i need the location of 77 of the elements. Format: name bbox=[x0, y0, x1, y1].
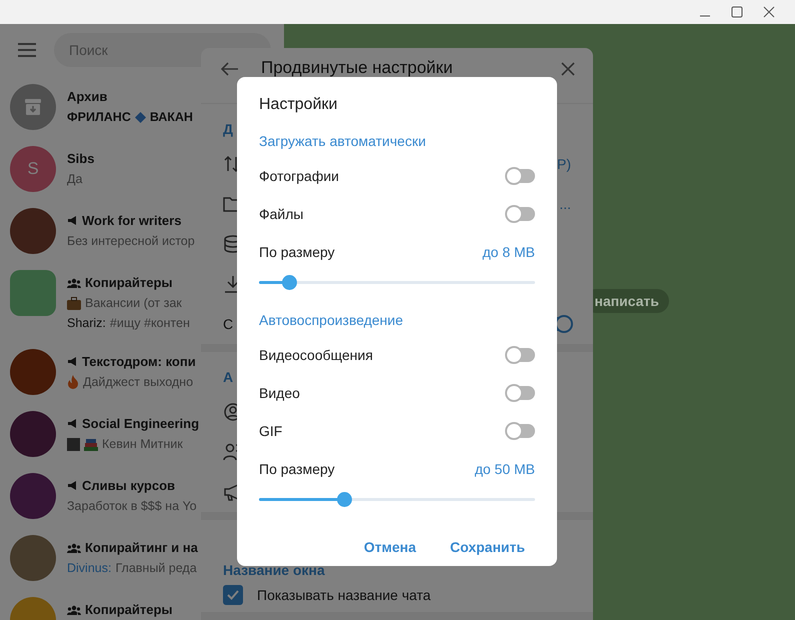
message-preview: ВАКАН bbox=[150, 110, 193, 124]
slider-label: По размеру bbox=[259, 461, 335, 477]
section-heading: Д bbox=[223, 120, 233, 139]
section-heading: Загружать автоматически bbox=[259, 132, 427, 151]
chat-name: Work for writers bbox=[82, 213, 182, 228]
setting-label: С bbox=[223, 316, 234, 332]
flame-icon bbox=[67, 375, 79, 389]
people-icon bbox=[67, 542, 81, 552]
size-slider[interactable] bbox=[259, 492, 535, 507]
slider-value: до 8 MB bbox=[482, 244, 535, 260]
setting-label: Видеосообщения bbox=[259, 347, 373, 363]
message-preview: Да bbox=[67, 172, 82, 186]
avatar[interactable] bbox=[10, 535, 56, 581]
sender-name: Shariz: bbox=[67, 316, 106, 330]
chat-name: Sibs bbox=[67, 151, 94, 166]
sender-name: Divinus: bbox=[67, 561, 112, 575]
toggle-switch[interactable] bbox=[507, 169, 535, 183]
size-slider[interactable] bbox=[259, 275, 535, 290]
message-preview: Без интересной истор bbox=[67, 234, 195, 248]
toggle-switch[interactable] bbox=[507, 207, 535, 221]
chat-name: Архив bbox=[67, 89, 108, 104]
chat-name: Копирайтеры bbox=[85, 602, 173, 617]
books-icon bbox=[84, 438, 98, 450]
toggle-switch[interactable] bbox=[507, 348, 535, 362]
archive-icon bbox=[23, 97, 43, 117]
setting-label: Видео bbox=[259, 385, 300, 401]
megaphone-icon bbox=[67, 356, 78, 367]
chat-name: Копирайтинг и на bbox=[85, 540, 198, 555]
message-preview: Вакансии (от зак bbox=[85, 296, 182, 310]
message-preview: #ищу #контен bbox=[110, 316, 190, 330]
avatar[interactable]: S bbox=[10, 146, 56, 192]
dialog-title: Настройки bbox=[259, 95, 338, 115]
chat-name: Копирайтеры bbox=[85, 275, 173, 290]
setting-label: Фотографии bbox=[259, 168, 340, 184]
checkbox-label: Показывать название чата bbox=[257, 587, 431, 603]
avatar[interactable] bbox=[10, 473, 56, 519]
briefcase-icon bbox=[67, 296, 81, 310]
menu-icon[interactable] bbox=[18, 43, 36, 57]
save-button[interactable]: Сохранить bbox=[440, 533, 535, 561]
chat-name: Текстодром: копи bbox=[82, 354, 196, 369]
setting-label: GIF bbox=[259, 423, 282, 439]
section-heading: Название окна bbox=[223, 562, 325, 578]
message-preview: Дайджест выходно bbox=[83, 375, 194, 389]
chat-name: Social Engineering bbox=[82, 416, 200, 431]
setting-value[interactable]: Р) bbox=[557, 156, 571, 172]
checkbox[interactable] bbox=[223, 585, 243, 605]
toggle-switch[interactable] bbox=[507, 424, 535, 438]
section-heading: Автовоспроизведение bbox=[259, 311, 404, 330]
chat-name: Сливы курсов bbox=[82, 478, 176, 493]
megaphone-icon bbox=[67, 215, 78, 226]
people-icon bbox=[67, 604, 81, 614]
avatar[interactable] bbox=[10, 84, 56, 130]
slider-label: По размеру bbox=[259, 244, 335, 260]
megaphone-icon bbox=[67, 480, 78, 491]
maximize-icon[interactable] bbox=[731, 6, 743, 18]
close-icon[interactable] bbox=[763, 6, 775, 18]
people-icon bbox=[67, 278, 81, 288]
slider-value: до 50 MB bbox=[474, 461, 535, 477]
message-preview: Заработок в $$$ на Yo bbox=[67, 499, 197, 513]
cancel-button[interactable]: Отмена bbox=[354, 533, 426, 561]
setting-label: Файлы bbox=[259, 206, 304, 222]
diamond-icon bbox=[134, 112, 146, 122]
message-preview: Кевин Митник bbox=[102, 437, 183, 451]
avatar-initial: S bbox=[27, 159, 39, 179]
avatar[interactable] bbox=[10, 208, 56, 254]
close-icon[interactable] bbox=[561, 62, 575, 76]
avatar[interactable] bbox=[10, 349, 56, 395]
megaphone-icon bbox=[67, 418, 78, 429]
setting-value[interactable]: ... bbox=[559, 196, 571, 212]
message-preview: Главный реда bbox=[115, 561, 197, 575]
back-arrow-icon[interactable] bbox=[221, 62, 239, 76]
toggle-switch[interactable] bbox=[507, 386, 535, 400]
checkmark-icon bbox=[227, 590, 239, 600]
message-preview: ФРИЛАНС bbox=[67, 110, 131, 124]
avatar[interactable] bbox=[10, 411, 56, 457]
photo-thumbnail bbox=[67, 438, 80, 450]
section-heading: А bbox=[223, 368, 234, 387]
